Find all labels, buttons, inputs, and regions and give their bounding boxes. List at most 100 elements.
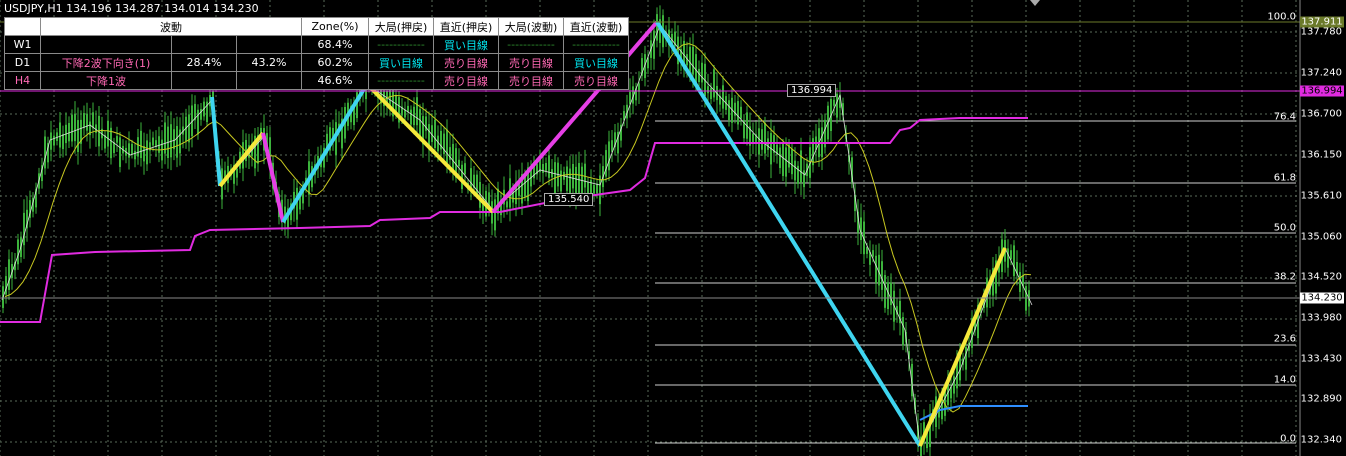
dropdown-arrow-icon[interactable]: [1030, 0, 1040, 6]
row-label: W1: [4, 35, 41, 54]
candle-body: [605, 150, 607, 177]
candle-body: [23, 212, 25, 246]
moving-average-line: [4, 43, 1032, 413]
candle-body: [464, 163, 466, 175]
candle-body: [860, 217, 862, 241]
panel-header-cell: 波動: [40, 17, 302, 36]
candle-body: [71, 114, 73, 142]
fibonacci-levels: [655, 21, 1296, 444]
panel-cell: 43.2%: [236, 53, 302, 72]
candle-body: [62, 133, 64, 150]
candle-body: [752, 133, 754, 143]
candle-body: [965, 346, 967, 370]
chart-window[interactable]: USDJPY,H1 134.196 134.287 134.014 134.23…: [0, 0, 1346, 456]
price-axis-label: 134.520: [1300, 271, 1342, 283]
swing-low-label: 135.540: [544, 193, 594, 206]
panel-cell: 売り目線: [433, 53, 499, 72]
candle-body: [701, 62, 703, 83]
candle-body: [569, 168, 571, 195]
current-price-tag: 134.230: [1300, 292, 1344, 304]
candle-body: [8, 259, 10, 290]
moving-average: [4, 43, 1032, 413]
fib-level-label: 100.0: [1267, 11, 1296, 23]
candle-body: [584, 163, 586, 188]
candle-body: [461, 164, 463, 190]
fib-level-label: 23.6: [1273, 333, 1296, 345]
panel-cell: ------------: [368, 35, 434, 54]
support-line-magenta: [0, 117, 1028, 323]
candle-body: [107, 120, 109, 147]
candle-body: [875, 255, 877, 283]
candle-body: [50, 132, 52, 150]
panel-cell: 下降1波: [40, 71, 172, 90]
panel-cell: [171, 71, 237, 90]
panel-cell: 売り目線: [433, 71, 499, 90]
candle-body: [764, 123, 766, 154]
candle-body: [656, 14, 658, 41]
candle-body: [710, 88, 712, 100]
zigzag-segment-yellow: [365, 82, 495, 214]
fib-level-label: 38.2: [1273, 271, 1296, 283]
candle-body: [131, 143, 133, 155]
candle-body: [545, 162, 547, 171]
panel-cell: 68.4%: [301, 35, 369, 54]
panel-cell: 買い目線: [563, 53, 629, 72]
candle-body: [737, 101, 739, 125]
symbol-info: USDJPY,H1 134.196 134.287 134.014 134.23…: [4, 2, 259, 15]
candle-body: [548, 155, 550, 178]
candle-body: [590, 179, 592, 194]
candle-body: [53, 135, 55, 146]
candle-body: [767, 138, 769, 150]
candle-body: [410, 109, 412, 125]
candle-body: [419, 109, 421, 137]
panel-cell: 下降2波下向き(1): [40, 53, 172, 72]
candle-body: [560, 170, 562, 192]
price-axis-label: 137.780: [1300, 26, 1342, 38]
candle-body: [59, 122, 61, 148]
candle-body: [740, 106, 742, 119]
panel-row-w1: W1 68.4% ------------ 買い目線 ------------ …: [4, 35, 629, 54]
price-axis-label: 133.430: [1300, 353, 1342, 365]
panel-row-h4: H4 下降1波 46.6% ------------ 売り目線 売り目線 売り目…: [4, 71, 629, 90]
candle-body: [188, 114, 190, 143]
panel-cell: 買い目線: [368, 53, 434, 72]
panel-header-cell: Zone(%): [301, 17, 369, 36]
candle-body: [494, 199, 496, 231]
candle-body: [890, 282, 892, 306]
candle-body: [698, 68, 700, 83]
panel-header-row: 波動 Zone(%) 大局(押戻) 直近(押戻) 大局(波動) 直近(波動): [4, 17, 629, 36]
panel-header-cell: 大局(押戻): [368, 17, 434, 36]
candle-body: [788, 144, 790, 168]
zigzag-segment-yellow: [918, 247, 1007, 447]
candle-body: [692, 46, 694, 75]
price-axis-label: 132.890: [1300, 393, 1342, 405]
candle-body: [722, 85, 724, 109]
panel-cell: [40, 35, 172, 54]
panel-header-cell: 大局(波動): [498, 17, 564, 36]
candle-body: [572, 164, 574, 189]
candle-body: [608, 141, 610, 171]
candle-body: [758, 128, 760, 155]
candle-body: [707, 86, 709, 94]
candle-body: [881, 261, 883, 290]
candle-body: [887, 282, 889, 310]
candle-body: [689, 46, 691, 73]
fib-level-label: 50.0: [1273, 222, 1296, 234]
candle-body: [458, 159, 460, 167]
swing-high-label: 136.994: [787, 84, 837, 97]
candle-body: [110, 127, 112, 159]
candle-body: [146, 140, 148, 165]
price-axis-label: 136.150: [1300, 149, 1342, 161]
candle-body: [17, 239, 19, 265]
panel-cell: 売り目線: [563, 71, 629, 90]
candle-body: [782, 143, 784, 177]
candle-body: [791, 148, 793, 175]
candle-body: [542, 164, 544, 173]
candle-body: [86, 113, 88, 131]
candle-body: [116, 136, 118, 143]
candle-body: [119, 137, 121, 167]
panel-header-cell: [4, 17, 41, 36]
panel-cell: 28.4%: [171, 53, 237, 72]
panel-cell: 買い目線: [433, 35, 499, 54]
candle-body: [728, 100, 730, 121]
